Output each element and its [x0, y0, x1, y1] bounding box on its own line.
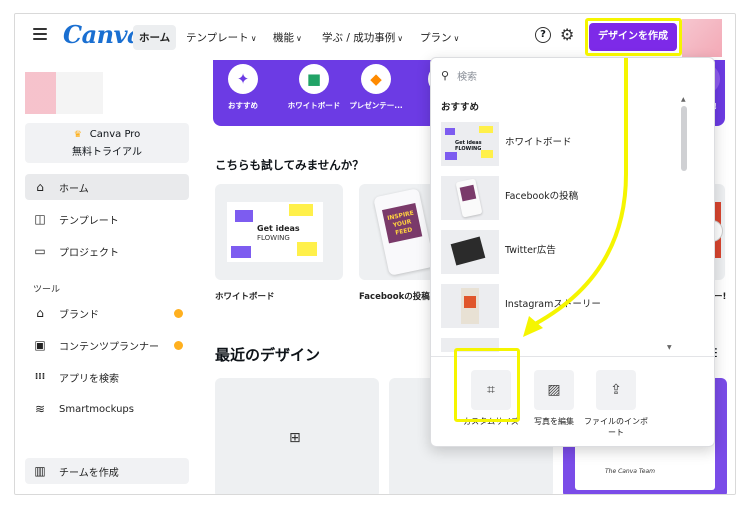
app-window: Canva ホーム テンプレート ∨ 機能 ∨ 学ぶ / 成功事例 ∨ プラン ∨ ? …: [14, 13, 736, 495]
annotation-arrow: [523, 58, 628, 337]
